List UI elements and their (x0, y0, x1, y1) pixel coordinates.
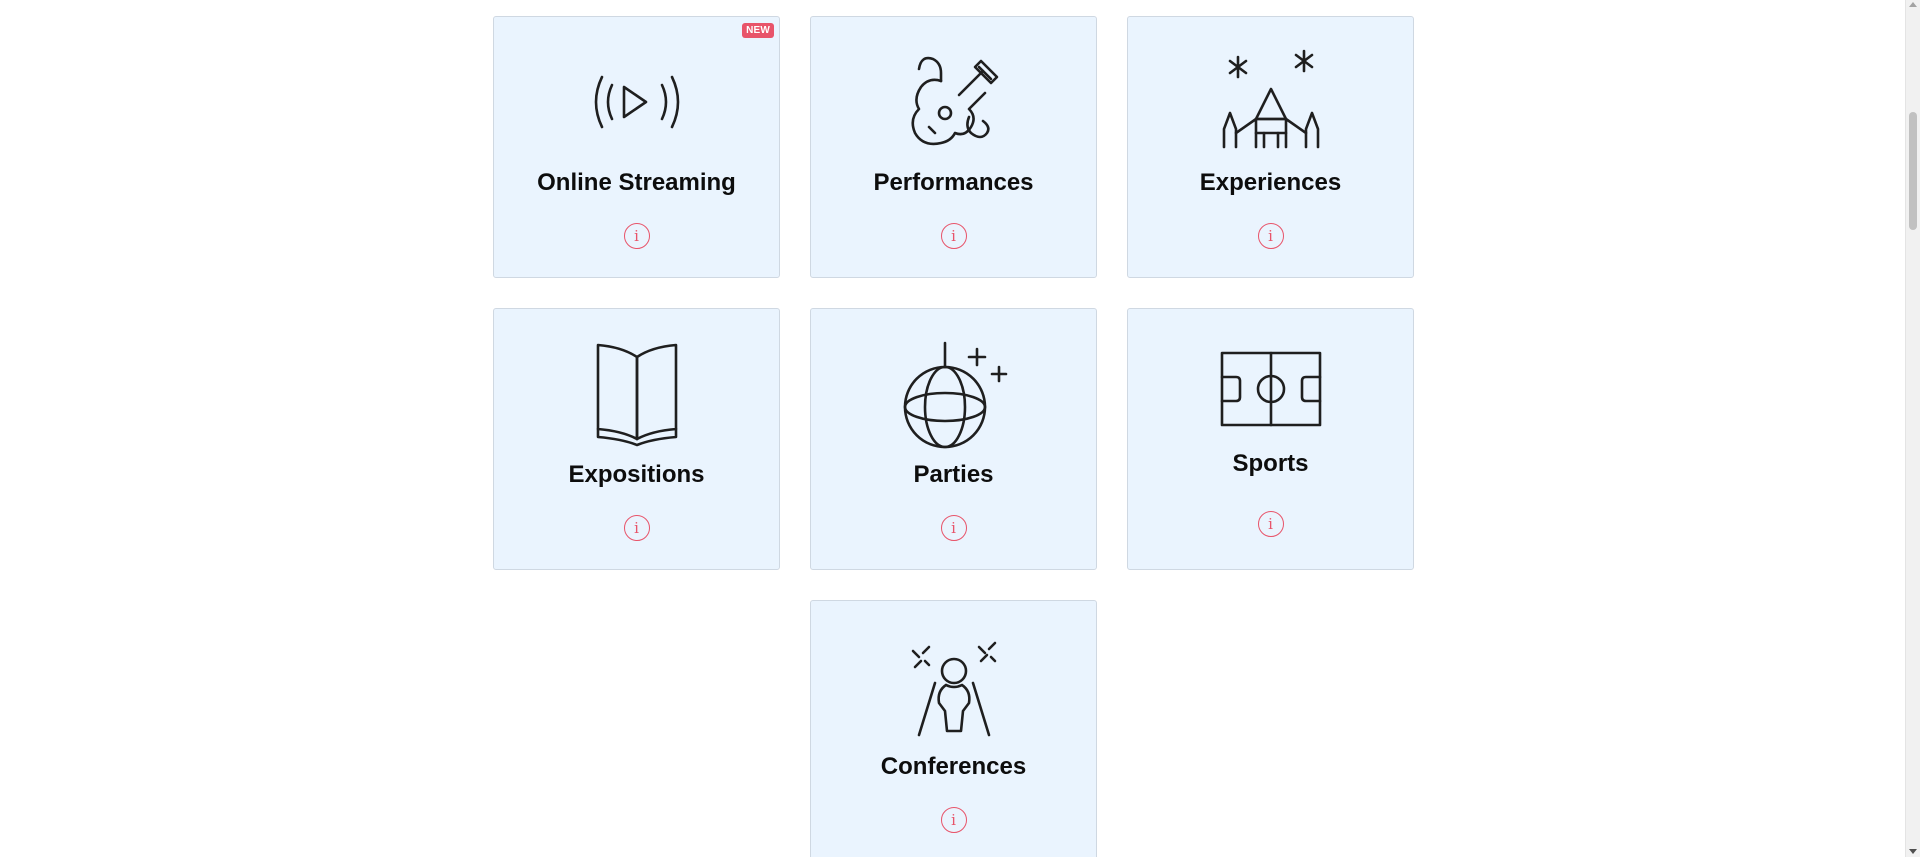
category-card-experiences[interactable]: Experiences i (1127, 16, 1414, 278)
info-icon[interactable]: i (1257, 223, 1284, 249)
guitar-icon (899, 47, 1009, 157)
sports-field-icon (1216, 339, 1326, 449)
category-title: Experiences (1199, 169, 1342, 196)
info-icon[interactable]: i (623, 223, 650, 249)
info-icon[interactable]: i (940, 223, 967, 249)
info-icon[interactable]: i (940, 807, 967, 833)
category-title: Sports (1232, 450, 1309, 477)
scroll-down-arrow-icon[interactable] (1909, 849, 1917, 854)
castle-fireworks-icon (1216, 47, 1326, 157)
page: NEW Online Streaming i Performances i Ex… (0, 0, 1920, 857)
scrollbar-thumb[interactable] (1909, 112, 1917, 230)
info-icon[interactable]: i (1257, 511, 1284, 537)
category-title: Expositions (568, 461, 705, 488)
category-card-online-streaming[interactable]: NEW Online Streaming i (493, 16, 780, 278)
vertical-scrollbar[interactable] (1905, 0, 1920, 857)
category-title: Performances (873, 169, 1034, 196)
scroll-up-arrow-icon[interactable] (1909, 2, 1917, 7)
category-card-expositions[interactable]: Expositions i (493, 308, 780, 570)
category-title: Conferences (880, 753, 1027, 780)
open-book-icon (582, 339, 692, 449)
category-card-parties[interactable]: Parties i (810, 308, 1097, 570)
streaming-play-icon (582, 47, 692, 157)
category-title: Parties (913, 461, 994, 488)
disco-ball-icon (899, 339, 1009, 449)
info-icon[interactable]: i (940, 515, 967, 541)
category-title: Online Streaming (537, 169, 736, 196)
info-icon[interactable]: i (623, 515, 650, 541)
category-card-performances[interactable]: Performances i (810, 16, 1097, 278)
speaker-spotlight-icon (899, 631, 1009, 741)
category-card-conferences[interactable]: Conferences i (810, 600, 1097, 857)
new-badge: NEW (742, 23, 774, 38)
category-card-sports[interactable]: Sports i (1127, 308, 1414, 570)
